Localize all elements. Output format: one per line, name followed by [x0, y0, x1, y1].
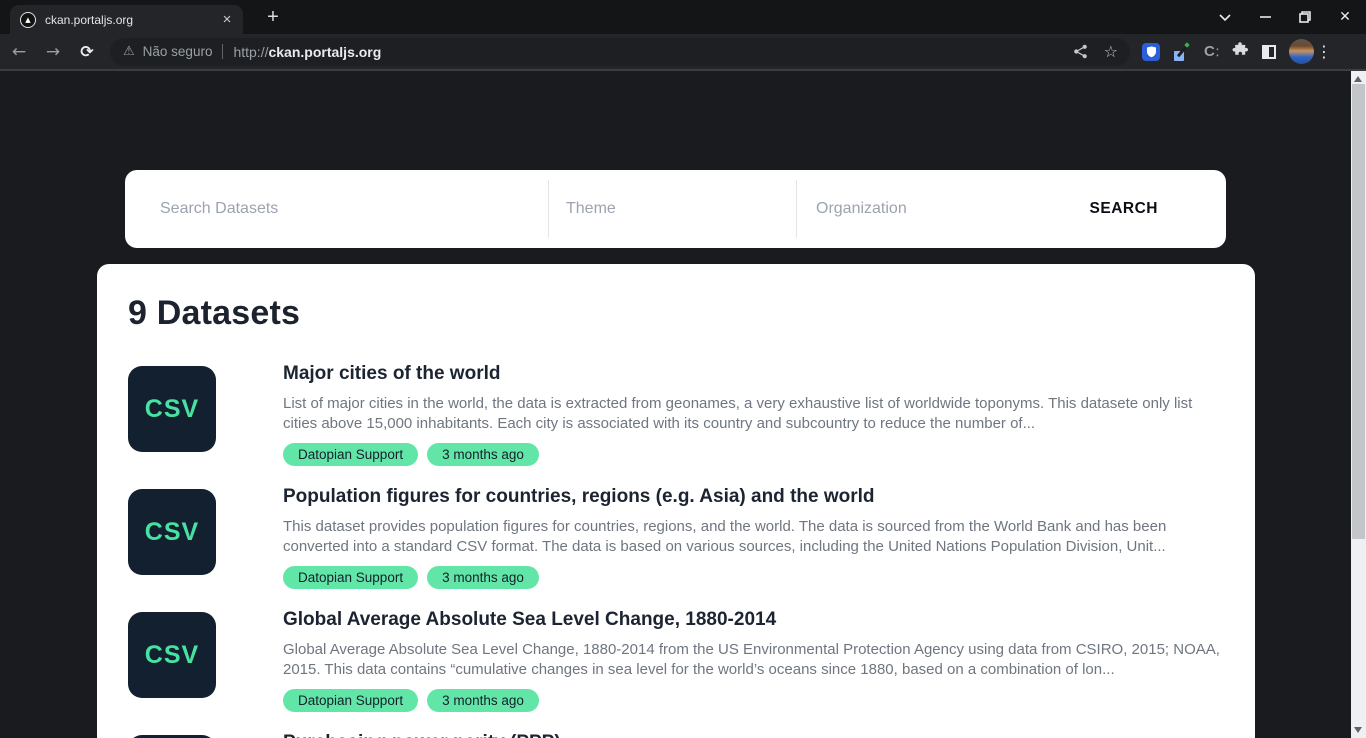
tab-title: ckan.portaljs.org: [45, 13, 219, 27]
share-icon[interactable]: [1073, 44, 1088, 59]
url-text[interactable]: http://ckan.portaljs.org: [233, 44, 381, 60]
dataset-title-link[interactable]: Population figures for countries, region…: [283, 485, 1224, 509]
dataset-badges: Datopian Support 3 months ago: [283, 443, 1224, 466]
format-label: CSV: [145, 641, 199, 670]
color-picker-extension-icon[interactable]: [1173, 43, 1191, 61]
tab-search-chevron-icon[interactable]: [1212, 4, 1238, 30]
search-datasets-input[interactable]: [125, 170, 548, 248]
window-controls: ✕: [1212, 0, 1358, 34]
organization-input[interactable]: [797, 170, 1061, 248]
dataset-row: CSV Purchasing power parity (PPP): [128, 731, 1225, 738]
dataset-row: CSV Population figures for countries, re…: [128, 485, 1225, 589]
address-bar[interactable]: ⚠ Não seguro http://ckan.portaljs.org ☆: [110, 38, 1130, 66]
browser-tab-active[interactable]: ▲ ckan.portaljs.org ×: [10, 5, 243, 34]
dataset-search-bar: SEARCH: [125, 170, 1226, 248]
browser-toolbar: ← → ⟳ ⚠ Não seguro http://ckan.portaljs.…: [0, 34, 1366, 69]
back-button[interactable]: ←: [4, 42, 34, 62]
organization-badge[interactable]: Datopian Support: [283, 689, 418, 712]
browser-tab-strip: ▲ ckan.portaljs.org × + ✕: [0, 0, 1366, 34]
colorzilla-extension-icon[interactable]: C⁚: [1204, 43, 1219, 60]
site-favicon-icon: ▲: [20, 12, 36, 28]
format-badge-csv: CSV: [128, 489, 216, 575]
url-host: ckan.portaljs.org: [268, 44, 381, 60]
organization-badge[interactable]: Datopian Support: [283, 443, 418, 466]
bitwarden-extension-icon[interactable]: [1142, 43, 1160, 61]
scrollbar-down-arrow[interactable]: [1354, 727, 1362, 733]
updated-badge: 3 months ago: [427, 443, 539, 466]
chrome-menu-kebab-icon[interactable]: ⋮: [1316, 42, 1332, 61]
results-card: 9 Datasets CSV Major cities of the world…: [97, 264, 1255, 738]
dataset-body: Major cities of the world List of major …: [283, 362, 1224, 466]
updated-badge: 3 months ago: [427, 689, 539, 712]
updated-badge: 3 months ago: [427, 566, 539, 589]
format-badge-csv: CSV: [128, 366, 216, 452]
restore-button[interactable]: [1292, 4, 1318, 30]
scrollbar-thumb[interactable]: [1352, 84, 1365, 539]
dataset-description: Global Average Absolute Sea Level Change…: [283, 640, 1224, 680]
dataset-title-link[interactable]: Major cities of the world: [283, 362, 1224, 386]
page-scrollbar[interactable]: [1351, 71, 1366, 738]
theme-input[interactable]: [549, 170, 796, 248]
search-button[interactable]: SEARCH: [1061, 170, 1226, 248]
dataset-badges: Datopian Support 3 months ago: [283, 566, 1224, 589]
dataset-row: CSV Major cities of the world List of ma…: [128, 362, 1225, 466]
reload-button[interactable]: ⟳: [72, 42, 102, 61]
forward-button[interactable]: →: [38, 42, 68, 62]
dataset-row: CSV Global Average Absolute Sea Level Ch…: [128, 608, 1225, 712]
results-count-heading: 9 Datasets: [128, 294, 1225, 333]
format-badge-csv: CSV: [128, 612, 216, 698]
dataset-description: This dataset provides population figures…: [283, 517, 1224, 557]
new-tab-button[interactable]: +: [261, 6, 285, 29]
minimize-button[interactable]: [1252, 4, 1278, 30]
dataset-description: List of major cities in the world, the d…: [283, 394, 1224, 434]
dataset-title-link[interactable]: Global Average Absolute Sea Level Change…: [283, 608, 1224, 632]
dark-mode-extension-icon[interactable]: [1262, 45, 1276, 59]
tab-close-icon[interactable]: ×: [219, 12, 235, 27]
url-scheme: http://: [233, 44, 268, 60]
dataset-body: Population figures for countries, region…: [283, 485, 1224, 589]
address-separator: [222, 44, 223, 59]
bookmark-star-icon[interactable]: ☆: [1104, 42, 1118, 61]
organization-badge[interactable]: Datopian Support: [283, 566, 418, 589]
format-label: CSV: [145, 395, 199, 424]
dataset-body: Global Average Absolute Sea Level Change…: [283, 608, 1224, 712]
dataset-body: Purchasing power parity (PPP): [283, 731, 1224, 738]
extensions-bar: C⁚: [1142, 39, 1314, 64]
extensions-puzzle-icon[interactable]: [1232, 41, 1249, 63]
scrollbar-up-arrow[interactable]: [1354, 76, 1362, 82]
not-secure-warning-icon[interactable]: ⚠: [123, 44, 135, 59]
dataset-badges: Datopian Support 3 months ago: [283, 689, 1224, 712]
color-picker-tip: [1184, 42, 1190, 48]
dataset-title-link[interactable]: Purchasing power parity (PPP): [283, 731, 1224, 738]
profile-avatar[interactable]: [1289, 39, 1314, 64]
format-label: CSV: [145, 518, 199, 547]
not-secure-label[interactable]: Não seguro: [143, 44, 213, 59]
page-viewport: SEARCH 9 Datasets CSV Major cities of th…: [0, 71, 1366, 738]
window-close-button[interactable]: ✕: [1332, 4, 1358, 30]
